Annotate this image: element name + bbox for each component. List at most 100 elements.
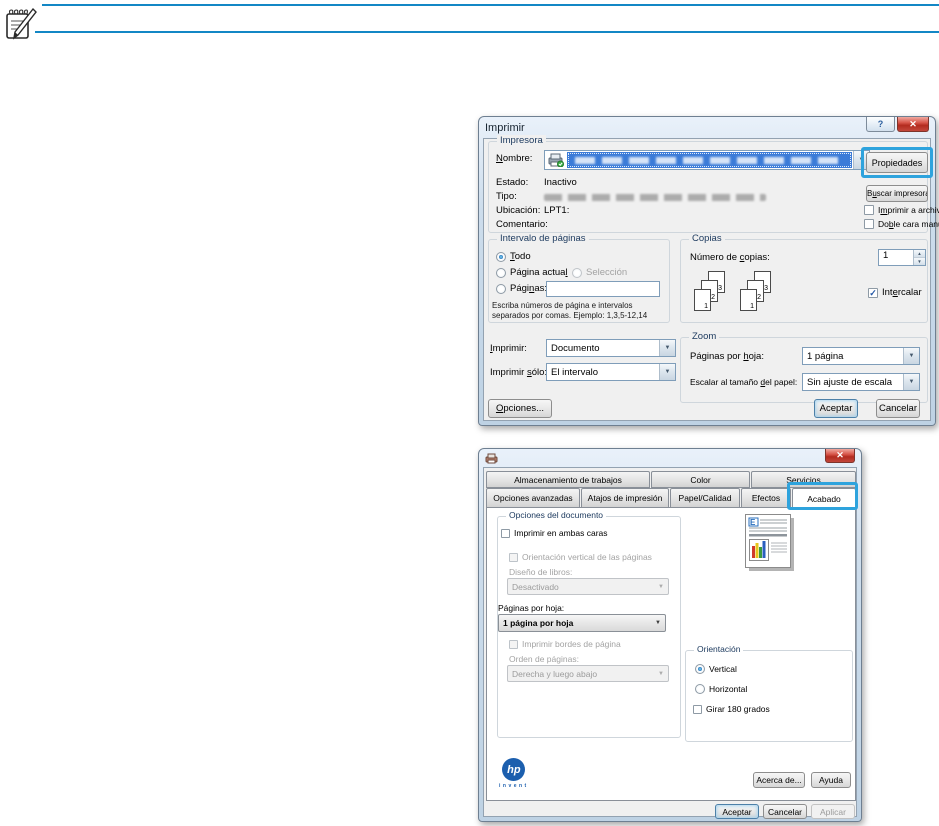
ok-button[interactable]: Aceptar: [715, 804, 759, 819]
checkbox-label: Imprimir en ambas caras: [514, 528, 608, 538]
copies-count-stepper[interactable]: 1 ▲ ▼: [878, 249, 926, 266]
print-only-label: Imprimir sólo:: [490, 367, 547, 378]
checkbox-box[interactable]: [864, 219, 874, 229]
print-both-sides-checkbox[interactable]: Imprimir en ambas caras: [501, 528, 608, 538]
print-dialog-title: Imprimir: [485, 122, 525, 134]
checkbox-box[interactable]: [693, 705, 702, 714]
checkbox-check-icon[interactable]: ✓: [868, 288, 878, 298]
checkbox-box: [509, 640, 518, 649]
dropdown-arrow-icon[interactable]: ▼: [903, 374, 919, 390]
hp-logo-tagline: invent: [499, 783, 529, 789]
print-what-label: Imprimir:: [490, 343, 527, 354]
range-pages-radio[interactable]: Páginas:: [496, 283, 547, 294]
svg-text:E: E: [750, 518, 756, 527]
checkbox-box: [509, 553, 518, 562]
dropdown-arrow-icon[interactable]: ▼: [659, 340, 675, 356]
properties-dialog-body: Almacenamiento de trabajos Color Servici…: [483, 467, 857, 817]
print-what-select[interactable]: Documento ▼: [546, 339, 676, 357]
printer-name-select[interactable]: ▼: [544, 150, 870, 170]
pages-per-sheet-select[interactable]: 1 página por hoja ▼: [498, 614, 666, 632]
print-page-borders-checkbox: Imprimir bordes de página: [509, 639, 621, 649]
checkbox-box[interactable]: [501, 529, 510, 538]
checkbox-label: Intercalar: [882, 287, 922, 298]
printer-location-label: Ubicación:: [496, 205, 540, 216]
print-preview-thumbnail: E: [745, 514, 795, 572]
pages-per-sheet-select[interactable]: 1 página ▼: [802, 347, 920, 365]
checkbox-label: Imprimir bordes de página: [522, 639, 621, 649]
printer-location-value: LPT1:: [544, 205, 569, 216]
orientation-landscape-radio[interactable]: Horizontal: [695, 684, 747, 694]
rotate-180-checkbox[interactable]: Girar 180 grados: [693, 704, 770, 714]
note-bottom-rule: [35, 31, 939, 33]
find-printer-button[interactable]: Buscar impresora...: [866, 185, 928, 202]
cancel-button[interactable]: Cancelar: [876, 399, 920, 418]
dropdown-arrow-icon[interactable]: ▼: [651, 620, 665, 626]
print-to-file-checkbox[interactable]: Imprimir a archivo: [864, 205, 939, 215]
collate-checkbox[interactable]: ✓ Intercalar: [868, 287, 922, 298]
manual-page: Imprimir ? ✕ Impresora Nombre:: [0, 0, 939, 826]
spinner-down-icon[interactable]: ▼: [914, 258, 925, 265]
properties-dialog-titlebar[interactable]: ✕: [479, 449, 861, 467]
checkbox-label: Doble cara manual: [878, 219, 939, 229]
tab-job-storage[interactable]: Almacenamiento de trabajos: [486, 471, 650, 488]
copies-count-value[interactable]: 1: [879, 250, 913, 265]
pages-input[interactable]: [546, 281, 660, 297]
radio-label: Vertical: [709, 664, 737, 674]
orientation-portrait-radio[interactable]: Vertical: [695, 664, 737, 674]
checkbox-label: Girar 180 grados: [706, 704, 770, 714]
booklet-layout-value: Desactivado: [508, 582, 654, 592]
radio-circle[interactable]: [695, 664, 705, 674]
page-order-select: Derecha y luego abajo ▼: [507, 665, 669, 682]
dropdown-arrow-icon[interactable]: ▼: [659, 364, 675, 380]
finishing-tab-panel: Opciones del documento Imprimir en ambas…: [486, 507, 856, 801]
close-icon[interactable]: ✕: [897, 117, 929, 132]
dropdown-arrow-icon: ▼: [654, 584, 668, 590]
radio-circle[interactable]: [695, 684, 705, 694]
properties-button[interactable]: Propiedades: [866, 152, 928, 173]
range-all-radio[interactable]: Todo: [496, 251, 531, 262]
cancel-button[interactable]: Cancelar: [763, 804, 807, 819]
about-button[interactable]: Acerca de...: [753, 772, 805, 788]
print-dialog-titlebar[interactable]: Imprimir ? ✕: [479, 117, 935, 138]
range-selection-radio: Selección: [572, 267, 627, 278]
zoom-group-label: Zoom: [689, 331, 719, 342]
tab-color[interactable]: Color: [651, 471, 750, 488]
page-range-hint: Escriba números de página e intervalos s…: [492, 301, 647, 320]
booklet-layout-select: Desactivado ▼: [507, 578, 669, 595]
collate-pages-icon: 3 2 1: [694, 271, 732, 317]
checkbox-box[interactable]: [864, 205, 874, 215]
printer-comment-label: Comentario:: [496, 219, 548, 230]
tab-paper-quality[interactable]: Papel/Calidad: [670, 488, 740, 508]
range-current-page-radio[interactable]: Página actual: [496, 267, 568, 278]
printer-name-label: Nombre:: [496, 153, 532, 164]
redacted-printer-name: [575, 157, 845, 164]
radio-circle[interactable]: [496, 252, 506, 262]
tab-effects[interactable]: Efectos: [741, 488, 791, 508]
collate-pages-icon: 3 2 1: [740, 271, 778, 317]
dropdown-arrow-icon[interactable]: ▼: [903, 348, 919, 364]
help-button[interactable]: Ayuda: [811, 772, 851, 788]
printer-properties-dialog: ✕ Almacenamiento de trabajos Color Servi…: [478, 448, 862, 822]
options-button[interactable]: Opciones...: [488, 399, 552, 418]
spinner-up-icon[interactable]: ▲: [914, 250, 925, 258]
print-what-value: Documento: [547, 343, 659, 354]
scale-to-paper-select[interactable]: Sin ajuste de escala ▼: [802, 373, 920, 391]
apply-button: Aplicar: [811, 804, 855, 819]
hp-logo-circle: hp: [502, 758, 525, 781]
tab-printing-shortcuts[interactable]: Atajos de impresión: [581, 488, 669, 508]
ok-button[interactable]: Aceptar: [814, 399, 858, 418]
radio-circle[interactable]: [496, 268, 506, 278]
radio-circle[interactable]: [496, 284, 506, 294]
tab-advanced-options[interactable]: Opciones avanzadas: [486, 488, 580, 508]
print-only-select[interactable]: El intervalo ▼: [546, 363, 676, 381]
manual-duplex-checkbox[interactable]: Doble cara manual: [864, 219, 939, 229]
page-order-label: Orden de páginas:: [509, 654, 579, 664]
flip-pages-up-checkbox: Orientación vertical de las páginas: [509, 552, 652, 562]
printer-type-label: Tipo:: [496, 191, 517, 202]
redacted-printer-type: [544, 194, 766, 201]
radio-label: Horizontal: [709, 684, 747, 694]
help-icon[interactable]: ?: [866, 117, 895, 132]
close-icon[interactable]: ✕: [825, 449, 855, 463]
printer-status-value: Inactivo: [544, 177, 577, 188]
page-range-group-label: Intervalo de páginas: [497, 233, 589, 244]
